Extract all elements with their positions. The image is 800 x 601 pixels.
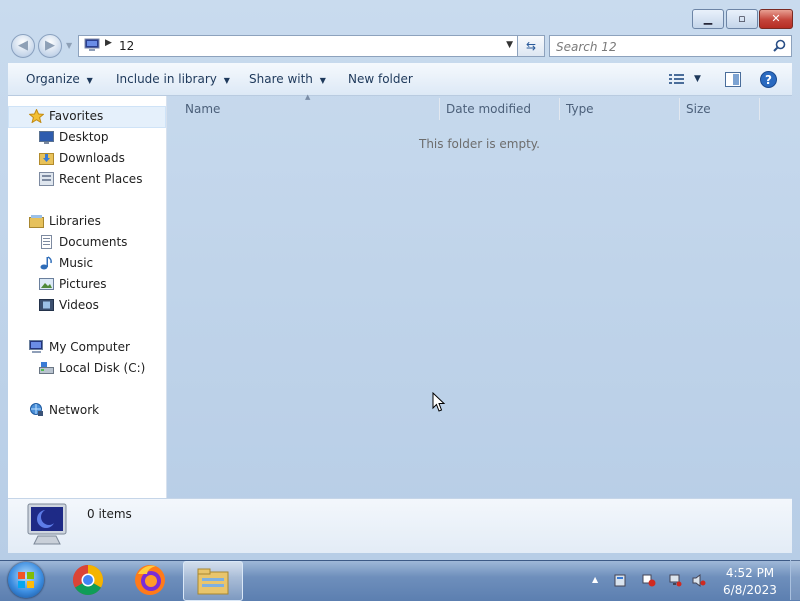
view-options-chevron-icon[interactable]: ▼ (694, 74, 701, 84)
refresh-button[interactable]: ⇆ (517, 35, 545, 57)
taskbar-explorer-active[interactable] (183, 561, 243, 601)
computer-large-icon (27, 503, 67, 545)
forward-arrow-icon: ▶ (45, 38, 55, 53)
column-divider[interactable] (759, 98, 760, 120)
breadcrumb-separator-icon[interactable]: ▶ (105, 38, 112, 48)
flag-error-icon[interactable] (642, 574, 656, 587)
include-in-library-label: Include in library (116, 72, 217, 86)
chevron-down-icon: ▼ (223, 76, 230, 85)
show-hidden-icons-icon[interactable]: ▲ (592, 575, 598, 584)
network-icon (30, 403, 43, 416)
nav-label: Documents (59, 235, 128, 249)
share-with-label: Share with (249, 72, 313, 86)
column-header-type[interactable]: Type (566, 100, 594, 120)
search-icon[interactable] (773, 39, 786, 52)
address-dropdown-icon[interactable]: ▼ (506, 40, 513, 50)
windows-logo-icon (18, 572, 34, 588)
chevron-down-icon: ▼ (319, 76, 326, 85)
recent-pages-icon[interactable]: ▼ (66, 41, 72, 50)
organize-menu[interactable]: Organize ▼ (26, 72, 93, 86)
nav-label: Music (59, 256, 94, 270)
chrome-icon (72, 565, 104, 596)
network-disconnected-icon[interactable] (668, 574, 682, 587)
documents-icon (41, 235, 52, 249)
column-header-size[interactable]: Size (686, 100, 711, 120)
refresh-icon: ⇆ (525, 39, 537, 53)
computer-icon (84, 38, 100, 51)
column-type-label: Type (566, 102, 594, 116)
maximize-icon: ▫ (738, 12, 746, 25)
column-divider[interactable] (439, 98, 440, 120)
help-icon[interactable]: ? (760, 71, 777, 88)
nav-label: Favorites (49, 109, 104, 123)
minimize-button[interactable]: ▁ (692, 9, 724, 29)
mouse-cursor-icon (432, 392, 446, 412)
start-button[interactable] (8, 562, 44, 598)
column-date-label: Date modified (446, 102, 532, 116)
nav-label: Network (49, 403, 100, 417)
computer-icon (29, 340, 43, 353)
star-icon (29, 109, 44, 123)
volume-muted-icon[interactable] (692, 574, 706, 587)
share-with-menu[interactable]: Share with ▼ (249, 72, 326, 86)
maximize-button[interactable]: ▫ (726, 9, 758, 29)
column-divider[interactable] (679, 98, 680, 120)
videos-icon (39, 299, 54, 311)
desktop-icon (39, 131, 54, 144)
explorer-icon (197, 568, 229, 595)
chevron-down-icon: ▼ (86, 76, 93, 85)
recent-places-icon (39, 172, 54, 186)
nav-label: Recent Places (59, 172, 143, 186)
libraries-icon (29, 215, 44, 228)
taskbar-firefox[interactable] (130, 562, 170, 598)
new-folder-button[interactable]: New folder (348, 72, 413, 86)
minimize-icon: ▁ (703, 12, 713, 25)
close-icon: ✕ (771, 12, 781, 25)
column-divider[interactable] (559, 98, 560, 120)
firefox-icon (135, 565, 165, 595)
nav-label: My Computer (49, 340, 130, 354)
address-bar[interactable]: ▶ 12 ▼ (78, 35, 518, 57)
item-count: 0 items (87, 507, 132, 521)
organize-label: Organize (26, 72, 80, 86)
action-center-icon[interactable] (614, 574, 628, 587)
preview-pane-icon[interactable] (725, 72, 741, 87)
back-arrow-icon: ◀ (18, 38, 28, 53)
svg-text:?: ? (765, 73, 772, 87)
nav-label: Libraries (49, 214, 101, 228)
column-size-label: Size (686, 102, 711, 116)
close-button[interactable]: ✕ (759, 9, 793, 29)
show-desktop-button[interactable] (790, 560, 800, 600)
search-box[interactable] (549, 35, 792, 57)
include-in-library-menu[interactable]: Include in library ▼ (116, 72, 230, 86)
column-name-label: Name (185, 102, 221, 116)
column-header-name[interactable]: Name (185, 100, 220, 120)
clock-date: 6/8/2023 (723, 583, 777, 597)
change-view-icon[interactable] (669, 73, 685, 86)
hard-disk-icon (39, 362, 54, 374)
nav-label: Downloads (59, 151, 125, 165)
music-icon (40, 256, 52, 270)
search-input[interactable] (554, 38, 763, 55)
breadcrumb-segment[interactable]: 12 (119, 39, 134, 53)
nav-label: Videos (59, 298, 99, 312)
system-clock[interactable]: 4:52 PM 6/8/2023 (720, 566, 780, 598)
sort-ascending-icon: ▲ (305, 93, 311, 101)
nav-label: Desktop (59, 130, 109, 144)
nav-label: Pictures (59, 277, 107, 291)
empty-folder-message: This folder is empty. (419, 137, 540, 151)
taskbar-chrome[interactable] (68, 562, 108, 598)
nav-label: Local Disk (C:) (59, 361, 146, 375)
back-button[interactable]: ◀ (11, 34, 35, 58)
new-folder-label: New folder (348, 72, 413, 86)
clock-time: 4:52 PM (725, 566, 775, 580)
pictures-icon (39, 278, 54, 290)
column-header-date-modified[interactable]: Date modified (446, 100, 531, 120)
forward-button[interactable]: ▶ (38, 34, 62, 58)
downloads-folder-icon (39, 153, 54, 165)
